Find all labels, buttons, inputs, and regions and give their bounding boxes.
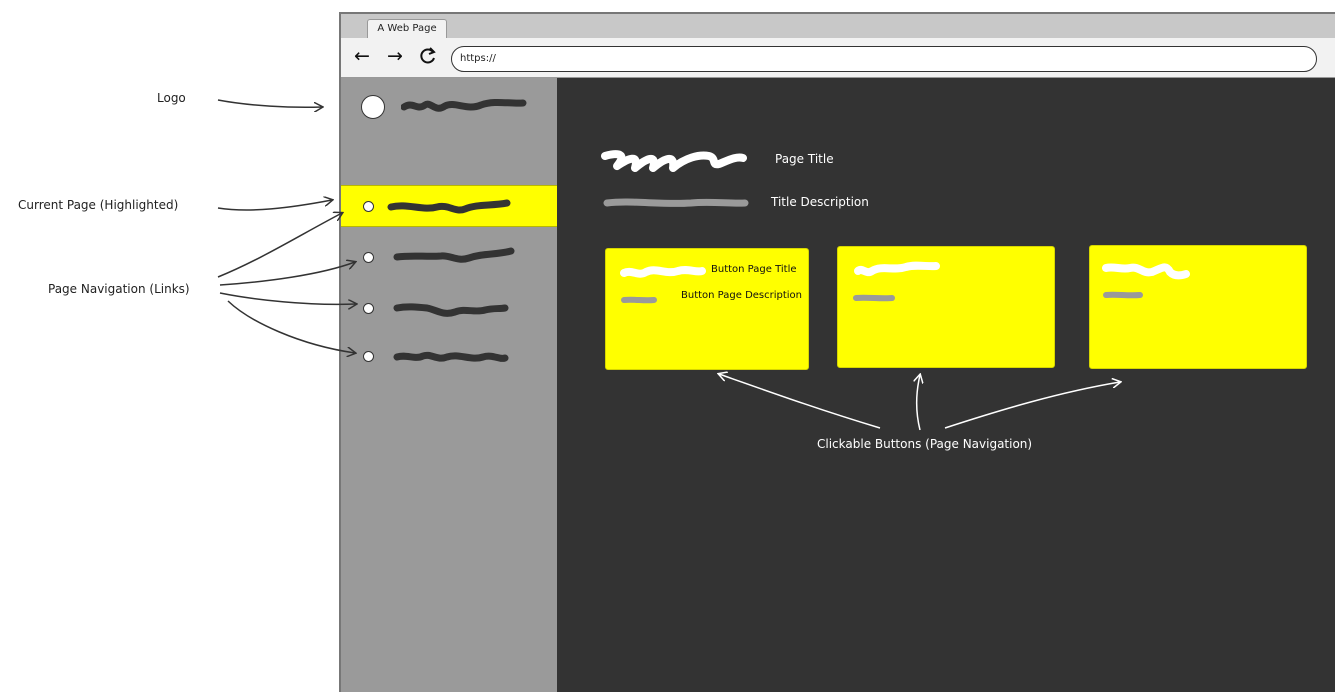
page-title-label: Page Title xyxy=(775,152,834,166)
nav-bullet-icon xyxy=(363,303,374,314)
logo-text-scribble xyxy=(401,98,527,112)
nav-bullet-icon xyxy=(363,252,374,263)
card-description-scribble xyxy=(1103,291,1143,299)
arrow-nav-2 xyxy=(219,262,355,286)
card-description-scribble xyxy=(853,294,895,302)
arrow-current-page xyxy=(217,200,332,211)
card-title-scribble xyxy=(854,261,940,277)
logo[interactable] xyxy=(341,78,557,138)
title-description-label: Title Description xyxy=(771,195,869,209)
arrow-nav-1 xyxy=(217,213,342,278)
nav-label-scribble xyxy=(387,199,511,214)
card-title-scribble xyxy=(1102,263,1190,280)
arrow-nav-4 xyxy=(227,300,355,353)
card-title-scribble xyxy=(620,266,706,278)
nav-card-3[interactable] xyxy=(1089,245,1307,369)
card-description-label: Button Page Description xyxy=(681,290,803,301)
nav-item-2[interactable] xyxy=(341,237,557,279)
annotation-clickable-buttons: Clickable Buttons (Page Navigation) xyxy=(817,437,1033,451)
reload-icon[interactable] xyxy=(417,45,439,67)
back-arrow-icon[interactable]: ← xyxy=(351,45,373,67)
annotation-current-page: Current Page (Highlighted) xyxy=(18,198,179,212)
annotation-logo: Logo xyxy=(157,91,186,105)
url-bar[interactable]: https:// xyxy=(451,46,1317,72)
browser-tab[interactable]: A Web Page xyxy=(367,19,447,38)
nav-card-1[interactable]: Button Page Title Button Page Descriptio… xyxy=(605,248,809,370)
nav-bullet-icon xyxy=(363,201,374,212)
nav-card-2[interactable] xyxy=(837,246,1055,368)
nav-item-3[interactable] xyxy=(341,288,557,330)
arrow-nav-3 xyxy=(219,292,356,304)
title-description-scribble xyxy=(603,198,749,207)
annotation-page-navigation: Page Navigation (Links) xyxy=(48,282,190,296)
page-title-scribble xyxy=(601,150,747,172)
card-title-label: Button Page Title xyxy=(711,264,797,275)
tab-strip: A Web Page xyxy=(341,14,1335,38)
sidebar xyxy=(341,78,557,692)
nav-bullet-icon xyxy=(363,351,374,362)
nav-item-4[interactable] xyxy=(341,336,557,378)
browser-window: A Web Page ← → https:// Page Title Title… xyxy=(339,12,1335,692)
nav-label-scribble xyxy=(393,303,509,317)
nav-item-current[interactable] xyxy=(341,185,557,227)
forward-arrow-icon[interactable]: → xyxy=(384,45,406,67)
logo-circle-icon xyxy=(361,95,385,119)
arrow-logo xyxy=(217,99,322,107)
wireframe-diagram: Logo Current Page (Highlighted) Page Nav… xyxy=(0,0,1335,692)
nav-label-scribble xyxy=(393,351,509,362)
card-description-scribble xyxy=(621,296,657,304)
nav-label-scribble xyxy=(393,247,515,263)
browser-toolbar: ← → https:// xyxy=(341,38,1335,78)
